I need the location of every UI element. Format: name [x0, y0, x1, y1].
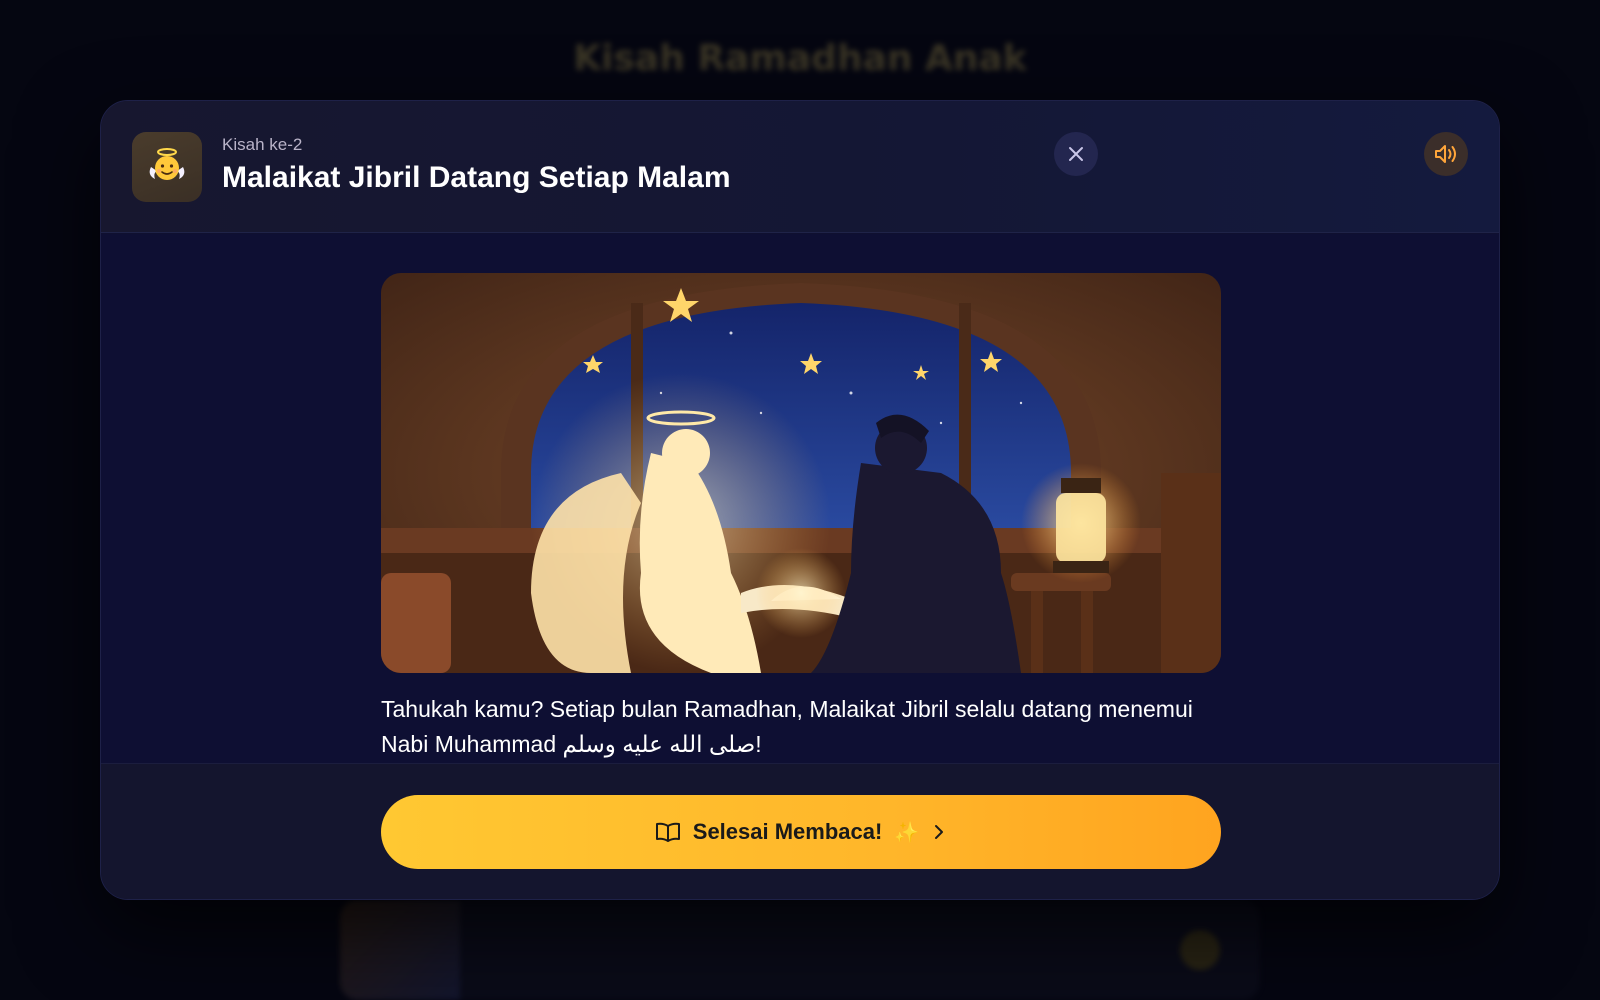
modal-header: Kisah ke-2 Malaikat Jibril Datang Setiap… — [101, 101, 1499, 233]
story-number-label: Kisah ke-2 — [222, 135, 303, 154]
modal-body: Tahukah kamu? Setiap bulan Ramadhan, Mal… — [101, 234, 1499, 763]
chevron-right-icon — [935, 825, 944, 839]
story-illustration — [381, 273, 1221, 673]
background-card-thumbnail — [340, 900, 460, 1000]
sound-button[interactable] — [1424, 132, 1468, 176]
close-icon — [1069, 147, 1083, 161]
background-story-card — [340, 900, 1260, 1000]
story-text: Tahukah kamu? Setiap bulan Ramadhan, Mal… — [381, 696, 1193, 757]
book-open-icon — [655, 822, 680, 842]
close-button[interactable] — [1054, 132, 1098, 176]
angel-emoji-icon — [132, 132, 202, 202]
sparkle-icon: ✨ — [894, 820, 920, 844]
volume-icon — [1435, 145, 1456, 163]
background-page-title: Kisah Ramadhan Anak — [573, 38, 1027, 79]
finish-reading-button[interactable]: Selesai Membaca! ✨ — [381, 795, 1221, 869]
modal-footer: Selesai Membaca! ✨ — [101, 763, 1499, 899]
background-card-badge — [1180, 930, 1220, 970]
story-modal: Kisah ke-2 Malaikat Jibril Datang Setiap… — [100, 100, 1500, 900]
finish-reading-label: Selesai Membaca! — [692, 819, 883, 844]
story-title: Malaikat Jibril Datang Setiap Malam — [222, 161, 731, 194]
